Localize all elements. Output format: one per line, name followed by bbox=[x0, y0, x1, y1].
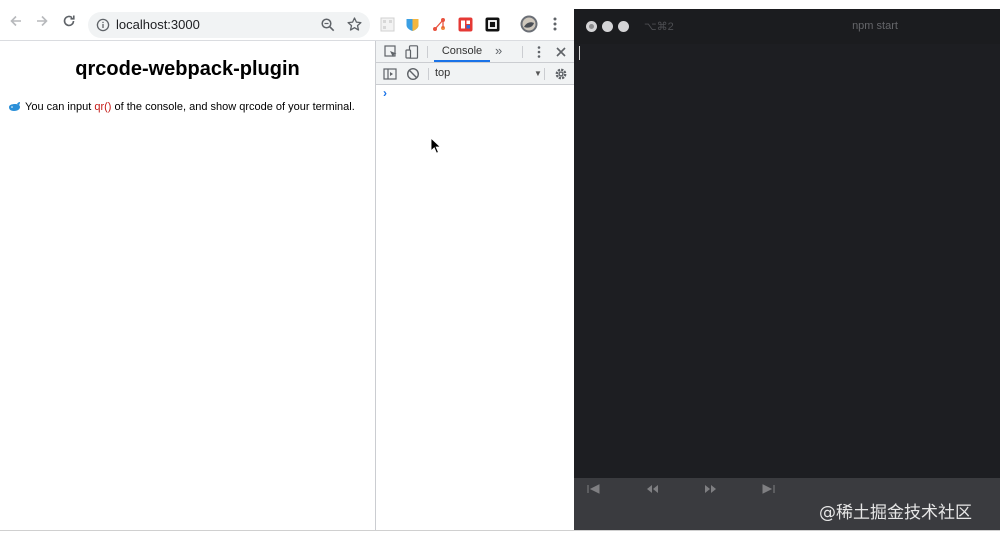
devtools-separator bbox=[544, 68, 545, 80]
arrow-right-icon bbox=[37, 15, 48, 27]
red-extension-icon bbox=[458, 17, 473, 32]
console-sidebar-button[interactable] bbox=[383, 67, 397, 81]
arrow-left-icon bbox=[10, 15, 21, 27]
gear-icon bbox=[555, 68, 567, 80]
square-extension-icon bbox=[485, 17, 500, 32]
block-icon bbox=[406, 67, 420, 81]
skip-back-icon bbox=[587, 484, 600, 494]
bookmark-button[interactable] bbox=[346, 16, 363, 33]
console-toolbar: top ▼ bbox=[376, 63, 574, 85]
rewind-icon bbox=[647, 485, 658, 493]
whale-icon bbox=[9, 102, 20, 111]
qr-extension-button[interactable] bbox=[380, 17, 395, 32]
terminal-caret bbox=[579, 46, 580, 60]
instruction-text-before: You can input bbox=[25, 101, 95, 113]
back-button[interactable] bbox=[8, 13, 24, 29]
reload-button[interactable] bbox=[61, 13, 77, 29]
tab-console[interactable]: Console bbox=[434, 41, 490, 62]
shield-extension-icon bbox=[406, 19, 419, 31]
instruction-text-after: of the console, and show qrcode of your … bbox=[111, 101, 355, 113]
browser-menu-button[interactable] bbox=[549, 16, 561, 32]
square-extension-button[interactable] bbox=[485, 17, 500, 32]
devtools-close-button[interactable] bbox=[554, 45, 568, 59]
profile-avatar-button[interactable] bbox=[520, 15, 538, 33]
sidebar-toggle-icon bbox=[383, 68, 397, 80]
zoom-button[interactable] bbox=[320, 17, 336, 33]
kebab-menu-icon bbox=[537, 46, 541, 58]
terminal-window: ⌥⌘2 npm start @稀土掘金技术社区 bbox=[574, 9, 1000, 530]
network-extension-button[interactable] bbox=[432, 17, 447, 32]
fast-forward-icon bbox=[705, 485, 716, 493]
context-dropdown-icon[interactable]: ▼ bbox=[534, 69, 542, 78]
red-extension-button[interactable] bbox=[458, 17, 473, 32]
device-mode-icon bbox=[405, 45, 419, 59]
inspect-cursor-icon bbox=[384, 45, 397, 57]
instruction-code: qr() bbox=[94, 101, 112, 113]
devtools-separator bbox=[522, 46, 523, 58]
inspect-element-button[interactable] bbox=[384, 45, 398, 59]
skip-forward-icon bbox=[762, 484, 775, 494]
more-tabs-button[interactable]: » bbox=[495, 44, 509, 58]
site-info-button[interactable] bbox=[96, 18, 110, 32]
browser-toolbar: localhost:3000 bbox=[0, 0, 574, 41]
watermark: @稀土掘金技术社区 bbox=[819, 503, 972, 523]
qr-extension-icon bbox=[380, 17, 395, 32]
devtools-separator bbox=[428, 68, 429, 80]
terminal-title: npm start bbox=[852, 20, 898, 32]
mouse-cursor-icon bbox=[430, 137, 442, 154]
context-selector[interactable]: top bbox=[435, 67, 450, 79]
forward-button[interactable] bbox=[34, 13, 50, 29]
devtools-separator bbox=[427, 46, 428, 58]
profile-avatar-icon bbox=[520, 15, 538, 33]
terminal-titlebar: ⌥⌘2 npm start bbox=[574, 9, 1000, 44]
info-icon bbox=[96, 18, 110, 32]
device-toolbar-button[interactable] bbox=[405, 45, 419, 59]
devtools-tab-bar: Console » bbox=[376, 41, 574, 63]
url-text[interactable]: localhost:3000 bbox=[116, 18, 200, 32]
star-icon bbox=[347, 17, 362, 31]
magnifier-icon bbox=[321, 18, 335, 32]
devtools-panel: Console » top ▼ › bbox=[375, 41, 574, 530]
shield-extension-button[interactable] bbox=[405, 17, 420, 32]
web-page: qrcode-webpack-plugin You can input qr()… bbox=[0, 42, 375, 530]
close-icon bbox=[556, 47, 566, 57]
console-prompt[interactable]: › bbox=[383, 86, 387, 100]
bottom-edge bbox=[0, 530, 1000, 540]
devtools-menu-button[interactable] bbox=[532, 45, 546, 59]
console-settings-button[interactable] bbox=[554, 67, 568, 81]
page-title: qrcode-webpack-plugin bbox=[75, 58, 300, 80]
clear-console-button[interactable] bbox=[406, 67, 420, 81]
terminal-bottom-bar: @稀土掘金技术社区 bbox=[574, 478, 1000, 530]
terminal-body[interactable] bbox=[574, 44, 1000, 478]
address-bar[interactable]: localhost:3000 bbox=[88, 12, 370, 38]
reload-icon bbox=[63, 15, 75, 27]
network-extension-icon bbox=[433, 18, 445, 31]
kebab-menu-icon bbox=[553, 17, 557, 31]
page-instruction: You can input qr() of the console, and s… bbox=[8, 101, 355, 113]
